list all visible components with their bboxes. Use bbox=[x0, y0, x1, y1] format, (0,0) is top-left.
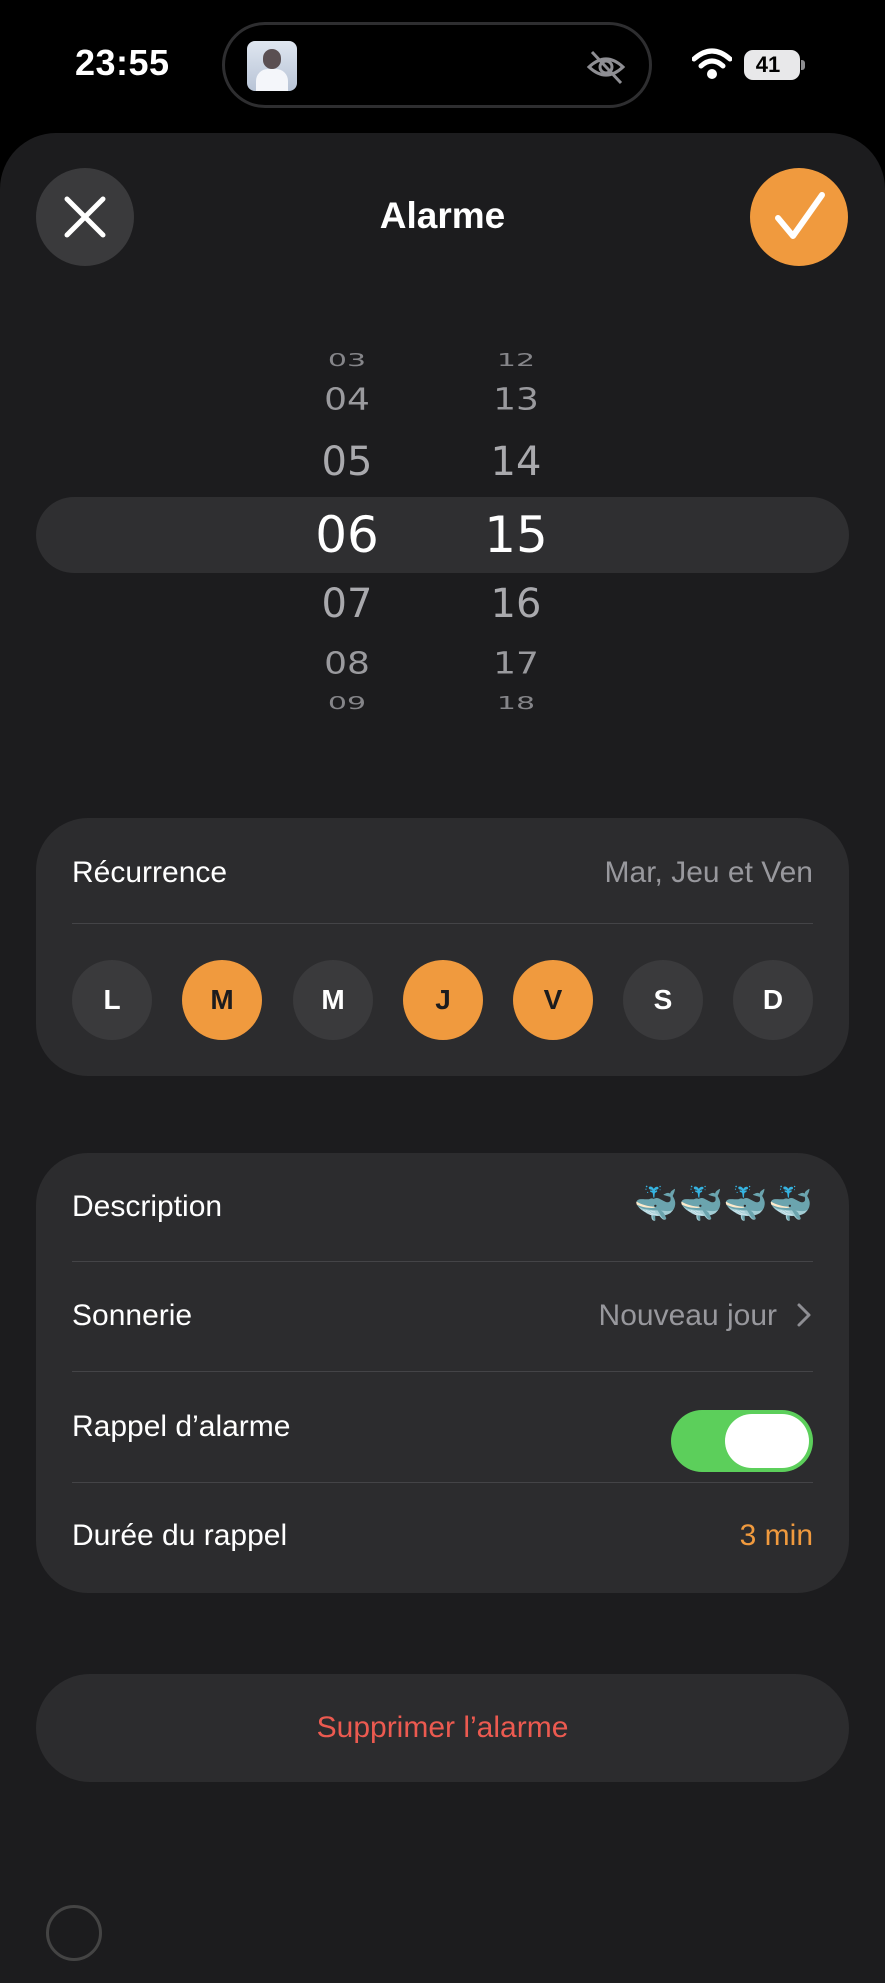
description-value: 🐳🐳🐳🐳 bbox=[633, 1183, 813, 1224]
snooze-duration-row[interactable]: Durée du rappel 3 min bbox=[36, 1483, 849, 1593]
ringtone-value: Nouveau jour bbox=[598, 1299, 777, 1332]
wifi-icon bbox=[692, 48, 732, 79]
snooze-label: Rappel d’alarme bbox=[72, 1410, 291, 1443]
divider bbox=[72, 923, 813, 924]
status-bar: 23:55 41 bbox=[0, 0, 885, 130]
home-indicator bbox=[46, 1905, 102, 1961]
chevron-right-icon bbox=[797, 1303, 811, 1327]
hour-selected[interactable]: 06 bbox=[287, 506, 407, 564]
ringtone-label: Sonnerie bbox=[72, 1299, 193, 1332]
day-sunday[interactable]: D bbox=[733, 960, 813, 1040]
minute-option[interactable]: 13 bbox=[456, 382, 576, 417]
minute-option[interactable]: 14 bbox=[456, 439, 576, 485]
battery-level: 41 bbox=[755, 52, 781, 77]
hour-option[interactable]: 03 bbox=[287, 350, 407, 371]
media-thumbnail[interactable] bbox=[247, 41, 297, 91]
day-tuesday[interactable]: M bbox=[182, 960, 262, 1040]
day-monday[interactable]: L bbox=[72, 960, 152, 1040]
description-label: Description bbox=[72, 1190, 223, 1223]
confirm-button[interactable] bbox=[750, 168, 848, 266]
minute-option[interactable]: 16 bbox=[456, 581, 576, 627]
minute-selected[interactable]: 15 bbox=[456, 506, 576, 564]
recurrence-value: Mar, Jeu et Ven bbox=[604, 856, 813, 889]
hour-option[interactable]: 05 bbox=[287, 439, 407, 485]
hour-option[interactable]: 08 bbox=[287, 646, 407, 681]
snooze-row: Rappel d’alarme bbox=[36, 1372, 849, 1482]
toggle-knob bbox=[725, 1414, 809, 1468]
delete-alarm-button[interactable]: Supprimer l’alarme bbox=[36, 1674, 849, 1782]
eye-slash-icon bbox=[586, 50, 626, 85]
hour-option[interactable]: 07 bbox=[287, 581, 407, 627]
description-row[interactable]: Description 🐳🐳🐳🐳 bbox=[36, 1153, 849, 1261]
minute-option[interactable]: 17 bbox=[456, 646, 576, 681]
checkmark-icon bbox=[775, 192, 825, 239]
hour-option[interactable]: 09 bbox=[287, 693, 407, 714]
minute-option[interactable]: 18 bbox=[456, 693, 576, 714]
picker-selection-band bbox=[36, 497, 849, 573]
dynamic-island[interactable] bbox=[222, 22, 652, 108]
minute-option[interactable]: 12 bbox=[456, 350, 576, 371]
hour-option[interactable]: 04 bbox=[287, 382, 407, 417]
snooze-duration-value: 3 min bbox=[739, 1519, 813, 1552]
battery-icon: 41 bbox=[744, 50, 800, 80]
recurrence-label: Récurrence bbox=[72, 856, 228, 889]
settings-card: Description 🐳🐳🐳🐳 Sonnerie Nouveau jour R… bbox=[36, 1153, 849, 1593]
day-thursday[interactable]: J bbox=[403, 960, 483, 1040]
snooze-toggle[interactable] bbox=[671, 1410, 813, 1472]
battery-tip bbox=[801, 60, 805, 70]
ringtone-row[interactable]: Sonnerie Nouveau jour bbox=[36, 1262, 849, 1371]
recurrence-card: Récurrence Mar, Jeu et Ven L M M J V S D bbox=[36, 818, 849, 1076]
snooze-duration-label: Durée du rappel bbox=[72, 1519, 288, 1552]
day-saturday[interactable]: S bbox=[623, 960, 703, 1040]
alarm-edit-sheet: Alarme 03 04 05 06 07 08 09 12 13 14 15 … bbox=[0, 133, 885, 1983]
day-friday[interactable]: V bbox=[513, 960, 593, 1040]
day-wednesday[interactable]: M bbox=[293, 960, 373, 1040]
status-time: 23:55 bbox=[75, 42, 170, 83]
